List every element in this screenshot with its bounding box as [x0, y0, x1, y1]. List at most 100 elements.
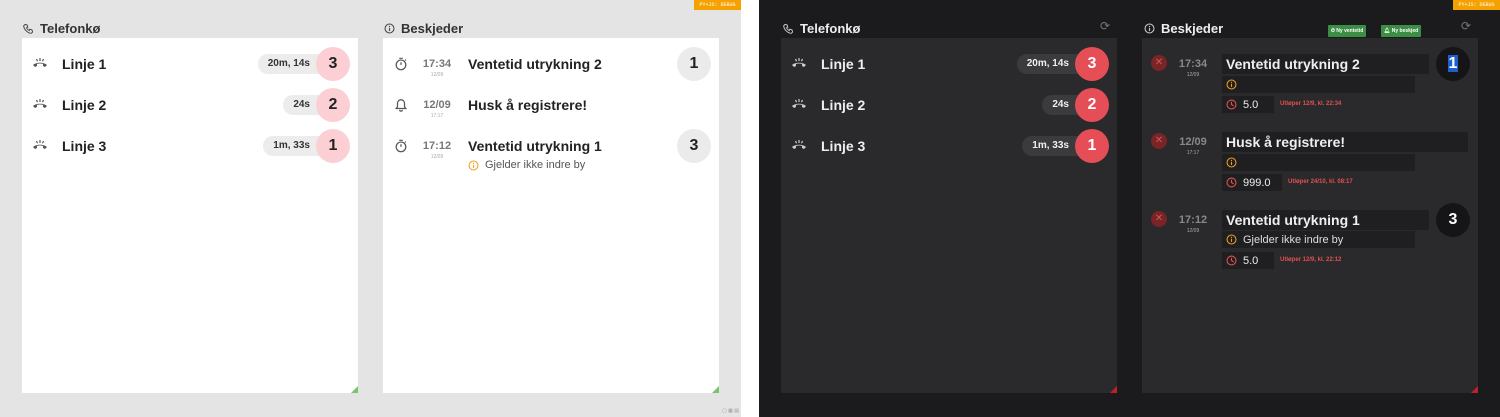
resize-handle[interactable] [712, 386, 719, 393]
info-icon [468, 160, 479, 171]
message-title[interactable]: Husk å registrere! [1222, 132, 1468, 152]
new-wait-label: Ny ventetid [1336, 28, 1364, 34]
message-time: 17:34 [1178, 58, 1208, 70]
queue-line-label: Linje 3 [62, 138, 107, 154]
message-time: 17:12 [1178, 214, 1208, 226]
queue-line-label: Linje 1 [821, 56, 866, 72]
message-date: 12/09 [1186, 72, 1200, 78]
message-expiry: Utløper 12/9, kl. 22:12 [1280, 257, 1342, 263]
message-note: Gjelder ikke indre by [1222, 231, 1415, 248]
message-title[interactable]: Ventetid utrykning 1 [468, 138, 602, 154]
message-count-selected: 1 [1447, 55, 1459, 72]
message-value: 999.0 [1243, 176, 1271, 189]
message-date: 17:17 [1186, 150, 1200, 156]
message-expiry: Utløper 12/9, kl. 22:34 [1280, 101, 1342, 107]
phone-hangup-icon [791, 56, 807, 72]
delete-message-button[interactable]: ✕ [1151, 55, 1167, 71]
phone-queue-header: Telefonkø [783, 20, 860, 36]
message-count-badge: 1 [1436, 47, 1470, 81]
info-icon [1226, 234, 1237, 245]
light-theme-view: PY+JS: DEBUG Telefonkø Linje 1 20m, 14s … [0, 0, 741, 417]
view-divider [741, 0, 759, 417]
queue-line-row[interactable]: Linje 2 24s 2 [781, 88, 1117, 122]
message-title[interactable]: Husk å registrere! [468, 97, 587, 113]
queue-line-label: Linje 2 [821, 97, 866, 113]
timer-icon [394, 57, 408, 71]
phone-queue-panel: Linje 1 20m, 14s 3 Linje 2 24s 2 Linje 3… [781, 38, 1117, 393]
delete-message-button[interactable]: ✕ [1151, 211, 1167, 227]
message-expiry: Utløper 24/10, kl. 08:17 [1288, 179, 1353, 185]
new-message-button[interactable]: 🔔︎ Ny beskjed [1381, 25, 1422, 37]
message-count-badge: 1 [677, 47, 711, 81]
queue-line-row[interactable]: Linje 1 20m, 14s 3 [22, 47, 358, 81]
message-title[interactable]: Ventetid utrykning 2 [1222, 54, 1429, 74]
queue-line-label: Linje 1 [62, 56, 107, 72]
phone-icon [23, 23, 34, 34]
clock-icon [1226, 255, 1237, 266]
message-value: 5.0 [1243, 98, 1259, 111]
refresh-icon[interactable]: ⟳ [1100, 19, 1110, 33]
queue-count-badge: 1 [316, 129, 350, 163]
message-title[interactable]: Ventetid utrykning 2 [468, 56, 602, 72]
message-date: 12/09 [430, 72, 444, 78]
queue-count-badge: 2 [316, 88, 350, 122]
message-count-badge: 3 [1436, 203, 1470, 237]
clock-icon [1226, 177, 1237, 188]
bell-icon [394, 98, 408, 112]
queue-line-label: Linje 2 [62, 97, 107, 113]
message-value-field[interactable]: 5.0 [1222, 252, 1274, 269]
new-wait-button[interactable]: ⏱ Ny ventetid [1328, 25, 1367, 37]
timer-icon [394, 139, 408, 153]
message-time: 17:12 [422, 140, 452, 152]
message-time: 12/09 [423, 99, 451, 111]
debug-badge: PY+JS: DEBUG [1453, 0, 1500, 10]
message-title[interactable]: Ventetid utrykning 1 [1222, 210, 1429, 230]
queue-count-badge: 2 [1075, 88, 1109, 122]
phone-hangup-icon [32, 56, 48, 72]
message-value-field[interactable]: 5.0 [1222, 96, 1274, 113]
debug-badge: PY+JS: DEBUG [694, 0, 741, 10]
queue-line-row[interactable]: Linje 1 20m, 14s 3 [781, 47, 1117, 81]
messages-title: Beskjeder [1161, 20, 1224, 36]
info-icon [1226, 79, 1237, 90]
message-count-badge: 3 [677, 129, 711, 163]
resize-handle[interactable] [1110, 386, 1117, 393]
messages-title: Beskjeder [401, 20, 464, 36]
phone-hangup-icon [791, 138, 807, 154]
refresh-icon[interactable]: ⟳ [1461, 19, 1471, 33]
message-date: 12/09 [1186, 228, 1200, 234]
new-message-label: Ny beskjed [1391, 28, 1419, 34]
message-title-text: Husk å registrere! [1226, 134, 1346, 150]
message-title-text: Ventetid utrykning 1 [1226, 212, 1360, 228]
footer-icons: ▢ ▦ ▤ [722, 408, 739, 414]
info-icon [1226, 157, 1237, 168]
clock-icon [1226, 99, 1237, 110]
phone-hangup-icon [32, 97, 48, 113]
info-icon [384, 23, 395, 34]
phone-queue-panel: Linje 1 20m, 14s 3 Linje 2 24s 2 Linje 3… [22, 38, 358, 393]
resize-handle[interactable] [1471, 386, 1478, 393]
message-note [1222, 154, 1415, 171]
message-note-text: Gjelder ikke indre by [485, 159, 586, 171]
queue-line-row[interactable]: Linje 2 24s 2 [22, 88, 358, 122]
message-note-text: Gjelder ikke indre by [1243, 233, 1344, 246]
message-time: 17:34 [422, 58, 452, 70]
queue-line-row[interactable]: Linje 3 1m, 33s 1 [22, 129, 358, 163]
message-time: 12/09 [1179, 136, 1207, 148]
queue-count-badge: 1 [1075, 129, 1109, 163]
queue-count-badge: 3 [316, 47, 350, 81]
message-note: Gjelder ikke indre by [468, 159, 585, 171]
message-value-field[interactable]: 999.0 [1222, 174, 1282, 191]
phone-icon [783, 23, 794, 34]
messages-header: Beskjeder [384, 20, 463, 36]
resize-handle[interactable] [351, 386, 358, 393]
message-date: 12/09 [430, 154, 444, 160]
messages-header: Beskjeder [1144, 20, 1223, 36]
phone-queue-header: Telefonkø [23, 20, 100, 36]
delete-message-button[interactable]: ✕ [1151, 133, 1167, 149]
phone-queue-title: Telefonkø [40, 20, 101, 36]
queue-count-badge: 3 [1075, 47, 1109, 81]
phone-hangup-icon [791, 97, 807, 113]
queue-line-row[interactable]: Linje 3 1m, 33s 1 [781, 129, 1117, 163]
messages-panel: ✕ 17:34 12/09 Ventetid utrykning 2 5.0 U… [1142, 38, 1478, 393]
